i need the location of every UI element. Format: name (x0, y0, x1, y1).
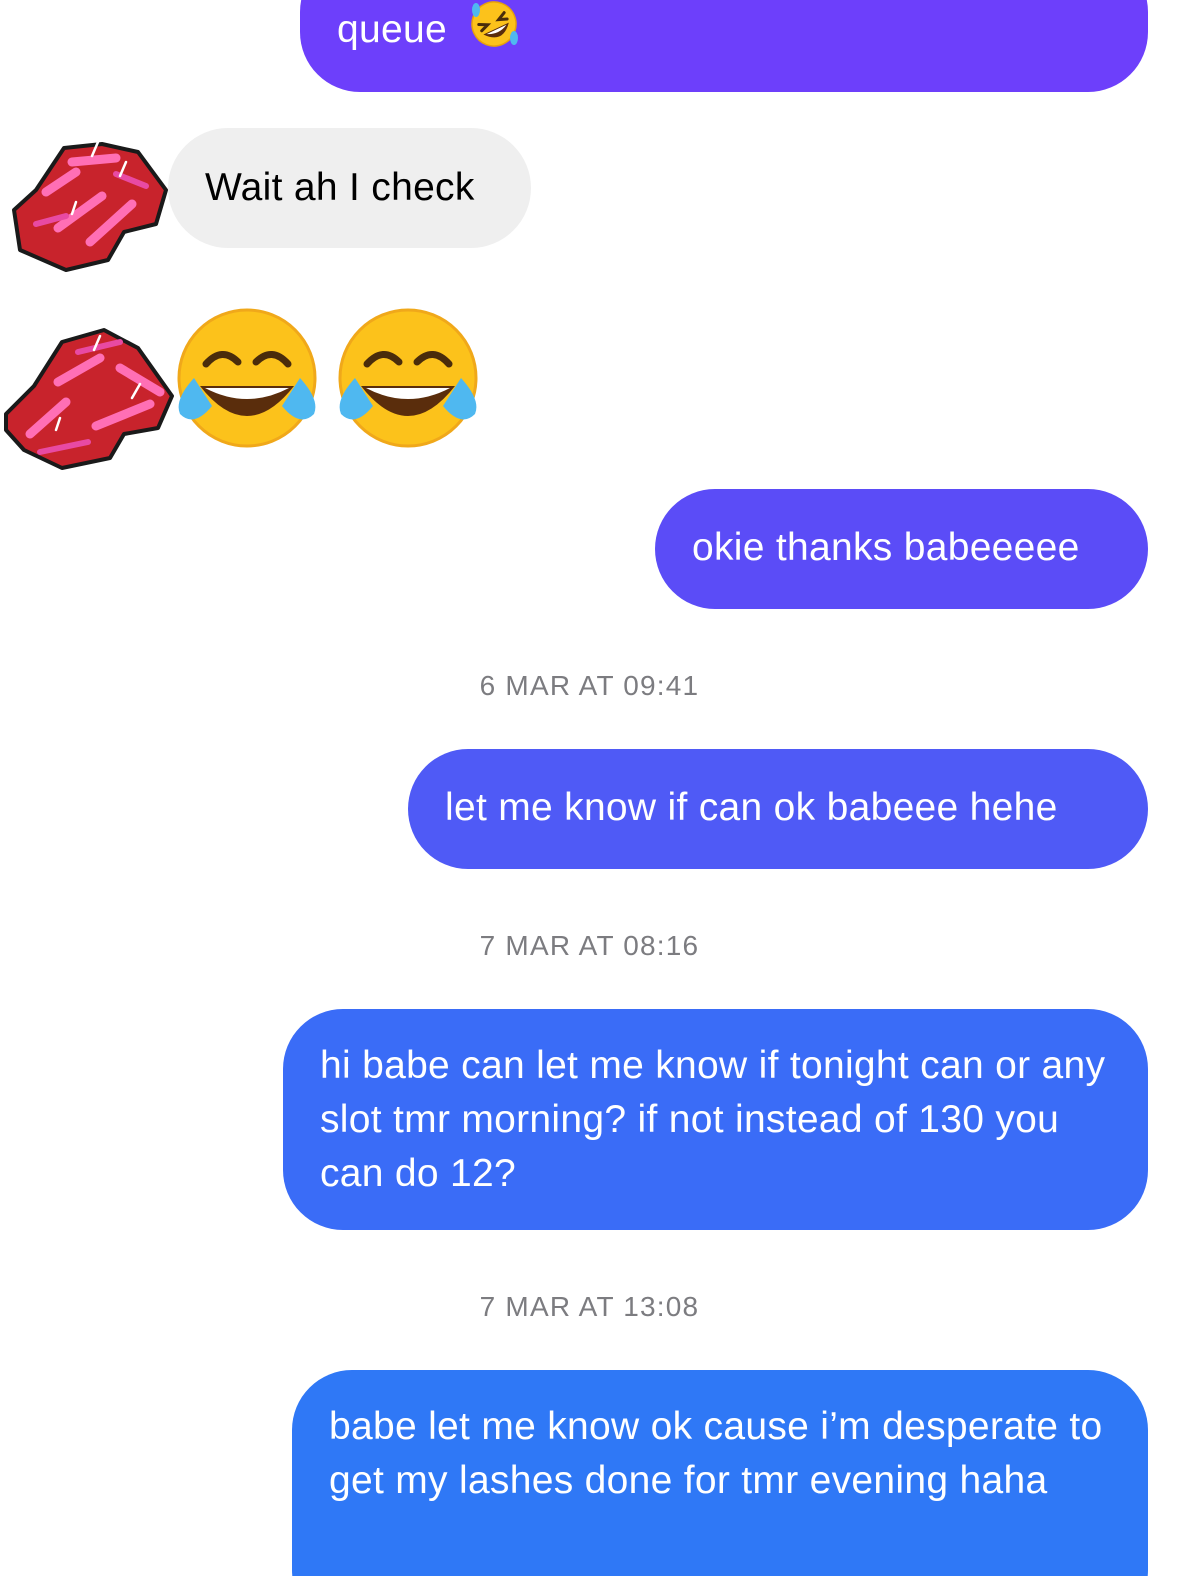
outgoing-message[interactable]: okie thanks babeeeee (655, 489, 1148, 609)
message-text: queue (337, 7, 447, 51)
sender-sticker-avatar[interactable] (6, 132, 176, 282)
timestamp: 7 MAR AT 13:08 (479, 1291, 700, 1322)
message-text: Wait ah I check (205, 166, 475, 209)
sender-sticker-avatar[interactable] (0, 322, 178, 474)
outgoing-message[interactable]: hi babe can let me know if tonight can o… (283, 1009, 1148, 1230)
outgoing-message[interactable]: let me know if can ok babeee hehe (408, 749, 1148, 869)
message-text: hi babe can let me know if tonight can o… (320, 1044, 1106, 1195)
message-text: let me know if can ok babeee hehe (445, 786, 1058, 829)
face-with-tears-of-joy-icon[interactable] (333, 306, 483, 455)
timestamp: 6 MAR AT 09:41 (479, 670, 700, 701)
message-text: okie thanks babeeeee (692, 526, 1080, 569)
timestamp: 7 MAR AT 08:16 (479, 930, 700, 961)
incoming-message[interactable]: Wait ah I check (168, 128, 531, 248)
message-thread[interactable]: queue Wait ah I check okie thanks babeee… (0, 0, 1179, 1576)
face-with-tears-of-joy-icon[interactable] (172, 306, 322, 455)
message-text: babe let me know ok cause i’m desperate … (329, 1405, 1103, 1502)
outgoing-message[interactable]: queue (300, 0, 1148, 92)
rolling-on-floor-laughing-icon (468, 0, 520, 65)
outgoing-message[interactable]: babe let me know ok cause i’m desperate … (292, 1370, 1148, 1576)
